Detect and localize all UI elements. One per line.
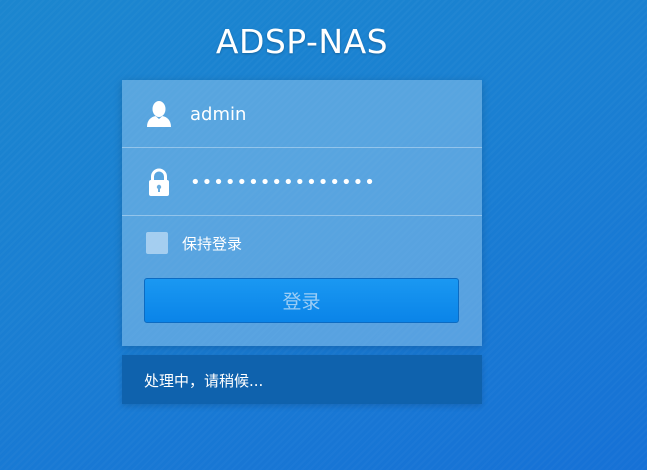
remember-me: 保持登录 — [146, 230, 242, 256]
login-panel: 保持登录 登录 — [122, 80, 482, 346]
app-title: ADSP-NAS — [215, 22, 389, 61]
username-field[interactable] — [190, 98, 460, 130]
status-message: 处理中，请稍候... — [144, 372, 264, 390]
user-icon — [146, 100, 172, 128]
username-row — [122, 80, 482, 148]
password-row — [122, 148, 482, 216]
remember-me-checkbox[interactable] — [146, 232, 168, 254]
login-button[interactable]: 登录 — [144, 278, 459, 323]
password-field[interactable] — [190, 166, 460, 198]
status-bar: 处理中，请稍候... — [122, 355, 482, 404]
remember-me-label[interactable]: 保持登录 — [182, 233, 242, 254]
lock-icon — [146, 168, 172, 196]
